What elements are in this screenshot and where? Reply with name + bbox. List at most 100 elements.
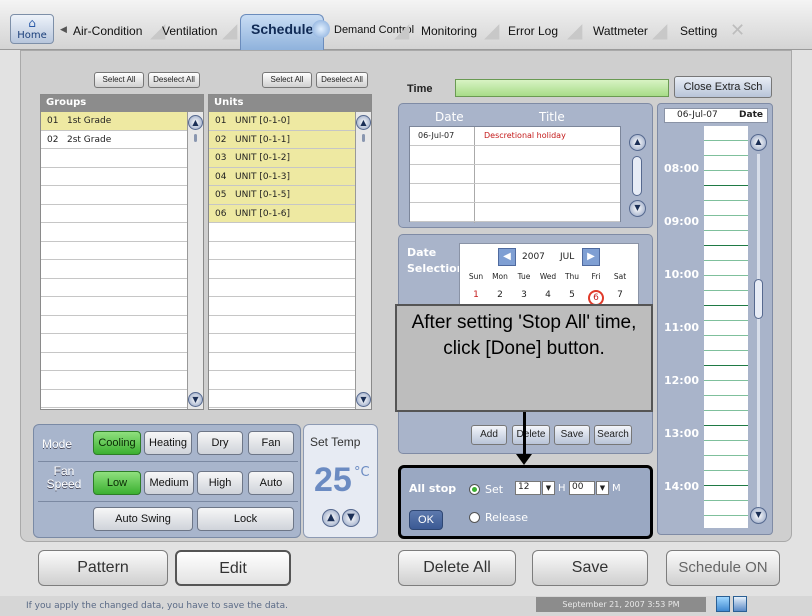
timeline-slot[interactable] [704,501,748,516]
tab-wattmeter[interactable]: Wattmeter [593,16,648,48]
close-extra-sch-button[interactable]: Close Extra Sch [674,76,772,98]
temp-up-icon[interactable]: ▲ [322,509,340,527]
mode-heating-button[interactable]: Heating [144,431,192,455]
save-button[interactable]: Save [532,550,648,586]
timeline-slot[interactable] [704,186,748,201]
event-row[interactable]: 06-Jul-07 Descretional holiday [410,127,620,146]
group-row[interactable]: 01 1st Grade [41,112,187,131]
scroll-up-icon[interactable]: ▲ [188,115,203,130]
timeline-scroll-down-icon[interactable]: ▼ [750,507,767,524]
home-button[interactable]: ⌂ Home [10,14,54,44]
timeline-slot[interactable] [704,321,748,336]
minute-select[interactable]: 00 [569,481,595,495]
event-scroll-up-icon[interactable]: ▲ [629,134,646,151]
timeline-slot[interactable] [704,171,748,186]
lock-button[interactable]: Lock [197,507,294,531]
groups-select-all-button[interactable]: Select All [94,72,144,88]
timeline-slot[interactable] [704,516,748,528]
mode-dry-button[interactable]: Dry [197,431,243,455]
event-scroll-down-icon[interactable]: ▼ [629,200,646,217]
group-row[interactable]: 02 2st Grade [41,131,187,149]
empty-row [209,334,355,353]
divider [38,461,298,462]
hour-dropdown-icon[interactable]: ▼ [542,481,555,495]
timeline-slot[interactable] [704,441,748,456]
timeline-slot[interactable] [704,246,748,261]
timeline-slot[interactable] [704,201,748,216]
timeline-slot[interactable] [704,306,748,321]
pattern-button[interactable]: Pattern [38,550,168,586]
event-row[interactable] [410,184,620,203]
scroll-thumb[interactable] [194,134,197,142]
timeline-scroll-thumb[interactable] [754,279,763,319]
scroll-down-icon[interactable]: ▼ [188,392,203,407]
unit-row[interactable]: 02 UNIT [0-1-1] [209,130,355,149]
mode-cooling-button[interactable]: Cooling [93,431,141,455]
delete-all-button[interactable]: Delete All [398,550,516,586]
set-radio[interactable] [469,484,480,495]
tab-air-condition[interactable]: Air-Condition [73,16,142,48]
timeline-slot[interactable] [704,276,748,291]
save-date-button[interactable]: Save [554,425,590,445]
schedule-on-button[interactable]: Schedule ON [666,550,780,586]
groups-scrollbar[interactable]: ▲ ▼ [187,112,203,409]
scroll-left-icon[interactable]: ◀ [60,25,67,35]
speed-medium-button[interactable]: Medium [144,471,194,495]
timeline-slot[interactable] [704,366,748,381]
next-month-icon[interactable]: ▶ [582,248,600,266]
tab-setting[interactable]: Setting [680,16,717,48]
mode-fan-button[interactable]: Fan [248,431,294,455]
tab-error-log[interactable]: Error Log [508,16,558,48]
units-select-all-button[interactable]: Select All [262,72,312,88]
event-row[interactable] [410,203,620,222]
unit-row[interactable]: 04 UNIT [0-1-3] [209,167,355,186]
timeline-slot[interactable] [704,261,748,276]
timeline-slot[interactable] [704,381,748,396]
temp-down-icon[interactable]: ▼ [342,509,360,527]
units-scrollbar[interactable]: ▲ ▼ [355,112,371,409]
scroll-thumb[interactable] [362,134,365,142]
auto-swing-button[interactable]: Auto Swing [93,507,193,531]
search-button[interactable]: Search [594,425,632,445]
unit-row[interactable]: 01 UNIT [0-1-0] [209,112,355,131]
all-stop-ok-button[interactable]: OK [409,510,443,530]
scroll-down-icon[interactable]: ▼ [356,392,371,407]
event-scroll-thumb[interactable] [632,156,642,196]
tab-ventilation[interactable]: Ventilation [162,16,217,48]
timeline-slot[interactable] [704,426,748,441]
unit-row[interactable]: 03 UNIT [0-1-2] [209,149,355,168]
scroll-up-icon[interactable]: ▲ [356,115,371,130]
timeline-slot[interactable] [704,141,748,156]
speed-low-button[interactable]: Low [93,471,141,495]
timeline-slot[interactable] [704,471,748,486]
timeline-slot[interactable] [704,156,748,171]
release-radio[interactable] [469,512,480,523]
unit-row[interactable]: 06 UNIT [0-1-6] [209,204,355,223]
speed-high-button[interactable]: High [197,471,243,495]
timeline-slot[interactable] [704,351,748,366]
timeline-slot[interactable] [704,411,748,426]
prev-month-icon[interactable]: ◀ [498,248,516,266]
timeline-slot[interactable] [704,486,748,501]
timeline-slot[interactable] [704,456,748,471]
hour-select[interactable]: 12 [515,481,541,495]
event-row[interactable] [410,146,620,165]
minute-dropdown-icon[interactable]: ▼ [596,481,609,495]
timeline-slot[interactable] [704,291,748,306]
speed-auto-button[interactable]: Auto [248,471,294,495]
event-row[interactable] [410,165,620,184]
tab-monitoring[interactable]: Monitoring [421,16,477,48]
timeline-slot[interactable] [704,336,748,351]
edit-button[interactable]: Edit [175,550,291,586]
timeline-slot[interactable] [704,126,748,141]
timeline-strip[interactable] [704,126,748,528]
timeline-slot[interactable] [704,216,748,231]
unit-row[interactable]: 05 UNIT [0-1-5] [209,186,355,205]
units-deselect-all-button[interactable]: Deselect All [316,72,368,88]
timeline-slot[interactable] [704,231,748,246]
groups-deselect-all-button[interactable]: Deselect All [148,72,200,88]
timeline-scroll-up-icon[interactable]: ▲ [750,134,767,151]
add-button[interactable]: Add [471,425,507,445]
timeline-slot[interactable] [704,396,748,411]
delete-button[interactable]: Delete [512,425,550,445]
